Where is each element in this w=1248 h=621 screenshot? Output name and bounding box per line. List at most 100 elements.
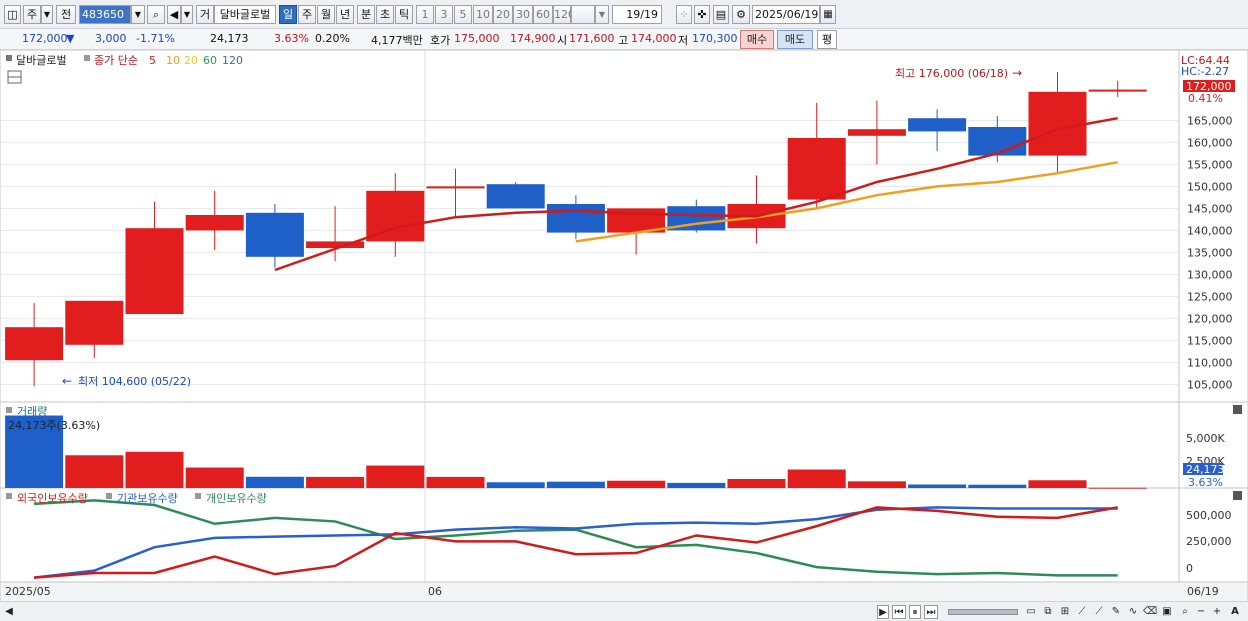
volume-bar [847,481,906,488]
interval-custom-field[interactable] [571,5,595,24]
holdings-axis-250000: 250,000 [1186,535,1232,548]
chart-type-icon[interactable]: ⊞ [1058,605,1072,619]
volume-axis-5000k: 5,000K [1186,432,1225,445]
holdings-legend-foreign: 외국인보유수량 [17,492,88,505]
price-axis-label: 145,000 [1187,202,1233,215]
bid-price: 174,900 [510,32,556,45]
window-copy-icon[interactable]: ⧉ [1041,605,1055,619]
scroll-left-icon[interactable]: ◀ [4,605,14,619]
trendline-icon[interactable]: ⟋ [1075,605,1089,619]
interval-30[interactable]: 30 [513,5,533,24]
candle-body [847,129,906,136]
calendar-icon[interactable]: ▦ [820,5,836,24]
chart-area[interactable]: 165,000 160,000 155,000 150,000 145,000 140,0… [0,49,1248,603]
ray-icon[interactable]: ⟋ [1092,605,1106,619]
volume-bar [607,480,666,488]
volume-close-icon[interactable] [1233,405,1242,414]
bottom-scrollbar[interactable]: ◀ ▶ ⏮ ⏸ ⏭ ▭ ⧉ ⊞ ⟋ ⟋ ✎ ∿ ⌫ ▣ ⌕ − + A [0,601,1248,621]
volume-last-pct: 3.63% [1188,476,1223,489]
wave-icon[interactable]: ∿ [1126,605,1140,619]
tab-minute[interactable]: 분 [357,5,375,24]
zoom-icon[interactable]: ⌕ [1178,605,1192,619]
count-field[interactable]: 19/19 [612,5,662,24]
search-icon[interactable]: ⌕ [147,5,165,24]
legend-ma-10: 10 [166,54,180,67]
holdings-close-icon[interactable] [1233,491,1242,500]
change-value: 3,000 [95,32,127,45]
interval-60[interactable]: 60 [533,5,553,24]
image-icon[interactable]: ▣ [1160,605,1174,619]
crosshair-icon[interactable]: ✜ [694,5,710,24]
zoom-out-icon[interactable]: − [1195,605,1207,619]
volume-bar [366,465,425,488]
fast-forward-icon[interactable]: ⏭ [924,605,938,619]
change-down-icon: ▼ [66,32,75,45]
volume-mode-button[interactable]: 거 [196,5,214,24]
interval-20[interactable]: 20 [493,5,513,24]
speaker-dropdown-icon[interactable]: ▼ [181,5,193,24]
window-icon[interactable]: ▭ [1024,605,1038,619]
stock-name-field[interactable]: 달바글로벌 [214,5,276,24]
prev-button[interactable]: 전 [56,5,76,24]
price-axis-label: 105,000 [1187,378,1233,391]
play-icon[interactable]: ▶ [877,605,889,619]
grid-tool-icon[interactable]: ⁘ [676,5,692,24]
time-label-june: 06 [428,585,442,598]
holdings-legend-marker [6,493,12,499]
chart-canvas[interactable]: 165,000 160,000 155,000 150,000 145,000 140,0… [0,49,1248,603]
volume-bar [245,476,304,488]
period-select[interactable]: 주 [23,5,41,24]
volume-bar [306,476,365,488]
pause-icon[interactable]: ⏸ [909,605,921,619]
interval-dropdown-icon[interactable]: ▼ [595,5,609,24]
tab-week[interactable]: 주 [298,5,316,24]
stock-code-input[interactable]: 483650 [79,5,131,24]
date-field[interactable]: 2025/06/19 [752,5,820,24]
buy-button[interactable]: 매수 [740,30,774,49]
save-icon[interactable]: ▤ [713,5,729,24]
turnover-percent: 0.20% [315,32,350,45]
draw-icon[interactable]: ✎ [1109,605,1123,619]
eraser-icon[interactable]: ⌫ [1143,605,1157,619]
tab-second[interactable]: 초 [376,5,394,24]
price-axis-label: 125,000 [1187,290,1233,303]
code-dropdown-icon[interactable]: ▼ [131,5,145,24]
tab-day[interactable]: 일 [279,5,297,24]
gear-icon[interactable]: ⚙ [732,5,750,24]
legend-ma-marker [84,55,90,61]
zoom-in-icon[interactable]: + [1211,605,1223,619]
sell-button[interactable]: 매도 [777,30,813,49]
high-price: 174,000 [631,32,677,45]
chevron-down-icon[interactable]: ▼ [41,5,53,24]
holdings-axis-0: 0 [1186,562,1193,575]
interval-120[interactable]: 120 [553,5,575,24]
tab-tick[interactable]: 틱 [395,5,413,24]
high-arrow-icon: → [1012,66,1022,80]
zoom-slider[interactable] [948,609,1018,615]
volume-bar [1088,487,1147,489]
interval-5[interactable]: 5 [454,5,472,24]
low-label: 저 [678,34,689,47]
high-annotation: 최고 176,000 (06/18) [895,67,1008,80]
legend-stock-name: 달바글로벌 [16,54,67,67]
interval-10[interactable]: 10 [473,5,493,24]
high-label: 고 [618,34,629,47]
volume-bar [65,455,124,488]
interval-3[interactable]: 3 [435,5,453,24]
holdings-legend-marker-2 [106,493,112,499]
volume-bar [727,478,786,488]
candle-body [486,184,545,209]
auto-scale-icon[interactable]: A [1228,605,1242,619]
candle-body [546,204,605,233]
candle-body [908,118,967,132]
layout-icon[interactable]: ◫ [4,5,21,24]
speaker-icon[interactable]: ◀ [167,5,181,24]
tab-month[interactable]: 월 [317,5,335,24]
holdings-legend-marker-3 [195,493,201,499]
interval-1[interactable]: 1 [416,5,434,24]
legend-ma-120: 120 [222,54,243,67]
rewind-icon[interactable]: ⏮ [892,605,906,619]
price-axis-label: 115,000 [1187,334,1233,347]
tab-year[interactable]: 년 [336,5,354,24]
eval-button[interactable]: 평 [817,30,837,49]
